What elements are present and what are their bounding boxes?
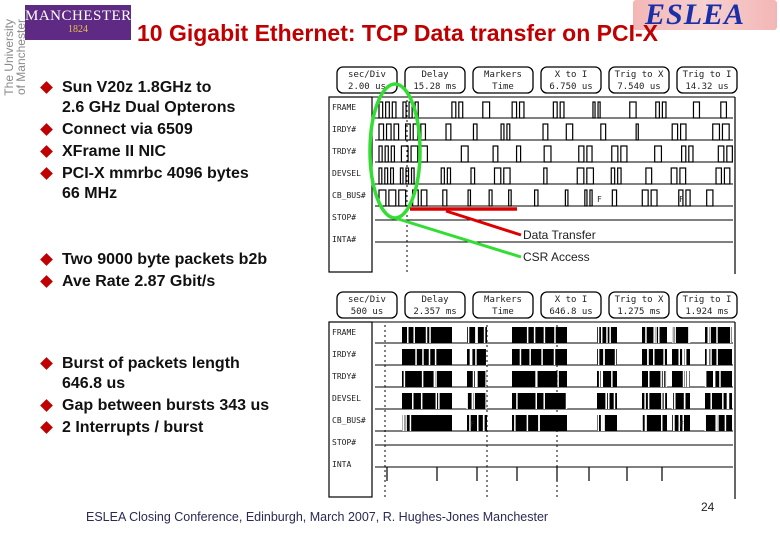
- footer-text: ESLEA Closing Conference, Edinburgh, Mar…: [86, 510, 549, 524]
- page-number: 24: [701, 500, 715, 514]
- annotation-overlay: [368, 82, 522, 259]
- data-transfer-arrow: [445, 209, 522, 237]
- csr-access-arrow: [394, 216, 522, 259]
- data-transfer-label: Data Transfer: [523, 228, 596, 242]
- csr-access-label: CSR Access: [523, 250, 590, 264]
- csr-access-highlight-ellipse: [368, 82, 422, 220]
